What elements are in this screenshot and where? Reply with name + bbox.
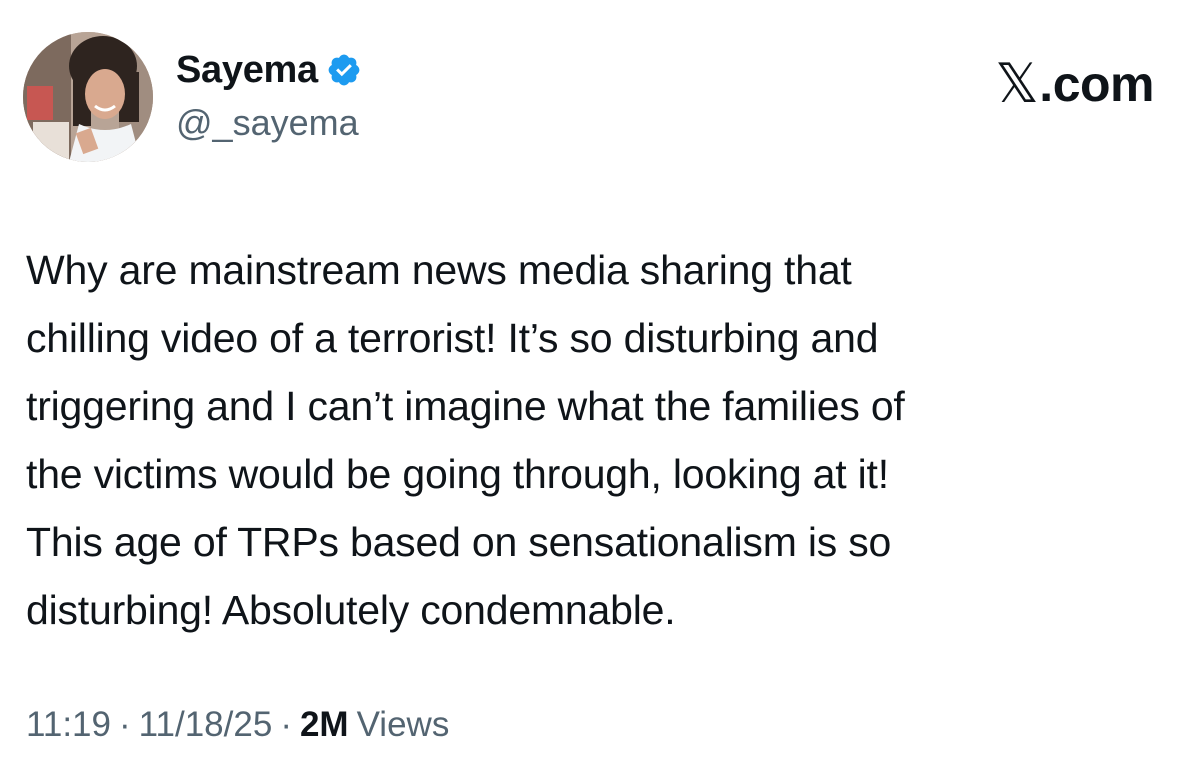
views-count: 2M	[299, 705, 349, 744]
tweet-text-line: chilling video of a terrorist! It’s so d…	[26, 315, 879, 361]
verified-badge-icon	[326, 52, 362, 88]
meta-separator: ·	[119, 705, 131, 744]
tweet-text-line: This age of TRPs based on sensationalism…	[26, 519, 892, 565]
handle[interactable]: @_sayema	[176, 102, 362, 144]
avatar-photo	[23, 32, 153, 162]
tweet-text: Why are mainstream news media sharing th…	[26, 236, 1166, 644]
tweet-text-line: Why are mainstream news media sharing th…	[26, 247, 852, 293]
tweet-text-line: disturbing! Absolutely condemnable.	[26, 587, 676, 633]
tweet-meta: 11:19 · 11/18/25 · 2M Views	[26, 705, 449, 745]
x-logo-icon: 𝕏	[995, 52, 1039, 115]
brand-logo: 𝕏 .com	[995, 52, 1154, 115]
brand-suffix: .com	[1039, 55, 1154, 112]
author-block: Sayema @_sayema	[176, 46, 362, 144]
tweet-date[interactable]: 11/18/25	[139, 705, 273, 745]
tweet-time[interactable]: 11:19	[26, 705, 111, 745]
tweet-text-line: triggering and I can’t imagine what the …	[26, 383, 905, 429]
views-label: Views	[356, 705, 450, 744]
tweet-text-line: the victims would be going through, look…	[26, 451, 889, 497]
tweet-card: Sayema @_sayema 𝕏 .com Why are mainstrea…	[0, 0, 1200, 783]
display-name[interactable]: Sayema	[176, 49, 318, 92]
meta-separator: ·	[280, 705, 292, 744]
name-row: Sayema	[176, 46, 362, 94]
avatar[interactable]	[23, 32, 153, 162]
